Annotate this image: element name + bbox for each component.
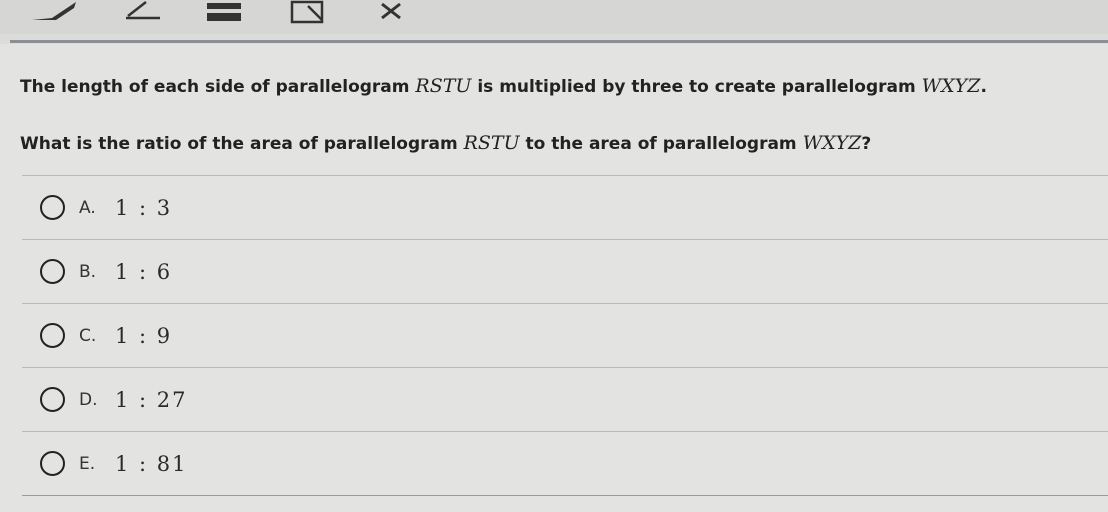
- question-text: .: [980, 77, 987, 97]
- question-text: What is the ratio of the area of paralle…: [20, 134, 464, 154]
- choice-c[interactable]: C. 1 : 9: [22, 303, 1108, 367]
- radio-button[interactable]: [40, 195, 65, 220]
- choice-value: 1 : 27: [115, 387, 188, 412]
- choice-letter: B.: [79, 261, 97, 282]
- radio-button[interactable]: [40, 451, 65, 476]
- reference-sheet-icon[interactable]: [290, 0, 335, 26]
- radio-button[interactable]: [40, 387, 65, 412]
- choice-b[interactable]: B. 1 : 6: [22, 239, 1108, 303]
- toolbar: [0, 0, 1108, 34]
- eliminate-choice-icon[interactable]: [378, 0, 408, 26]
- choice-value: 1 : 9: [115, 323, 173, 348]
- math-label: WXYZ: [921, 75, 981, 97]
- toolbar-divider: [10, 40, 1108, 43]
- question-text: ?: [861, 134, 872, 154]
- choice-value: 1 : 81: [115, 451, 188, 476]
- math-label: RSTU: [415, 75, 472, 97]
- radio-button[interactable]: [40, 323, 65, 348]
- question-line-2: What is the ratio of the area of paralle…: [20, 132, 871, 154]
- choice-e[interactable]: E. 1 : 81: [22, 431, 1108, 496]
- highlighter-tool-icon[interactable]: [120, 0, 170, 26]
- question-line-1: The length of each side of parallelogram…: [20, 75, 987, 97]
- math-label: WXYZ: [802, 132, 862, 154]
- radio-button[interactable]: [40, 259, 65, 284]
- choice-letter: E.: [79, 453, 96, 474]
- question-text: is multiplied by three to create paralle…: [471, 77, 922, 97]
- choice-value: 1 : 3: [115, 195, 173, 220]
- choice-a[interactable]: A. 1 : 3: [22, 175, 1108, 239]
- math-label: RSTU: [463, 132, 520, 154]
- choice-letter: C.: [79, 325, 97, 346]
- choice-value: 1 : 6: [115, 259, 173, 284]
- choice-d[interactable]: D. 1 : 27: [22, 367, 1108, 431]
- choice-letter: D.: [79, 389, 98, 410]
- question-text: to the area of parallelogram: [519, 134, 803, 154]
- calculator-tool-icon[interactable]: [205, 0, 245, 26]
- answer-choices: A. 1 : 3 B. 1 : 6 C. 1 : 9 D. 1 : 27 E. …: [22, 175, 1108, 496]
- choice-letter: A.: [79, 197, 96, 218]
- question-text: The length of each side of parallelogram: [20, 77, 416, 97]
- pen-tool-icon[interactable]: [30, 0, 80, 26]
